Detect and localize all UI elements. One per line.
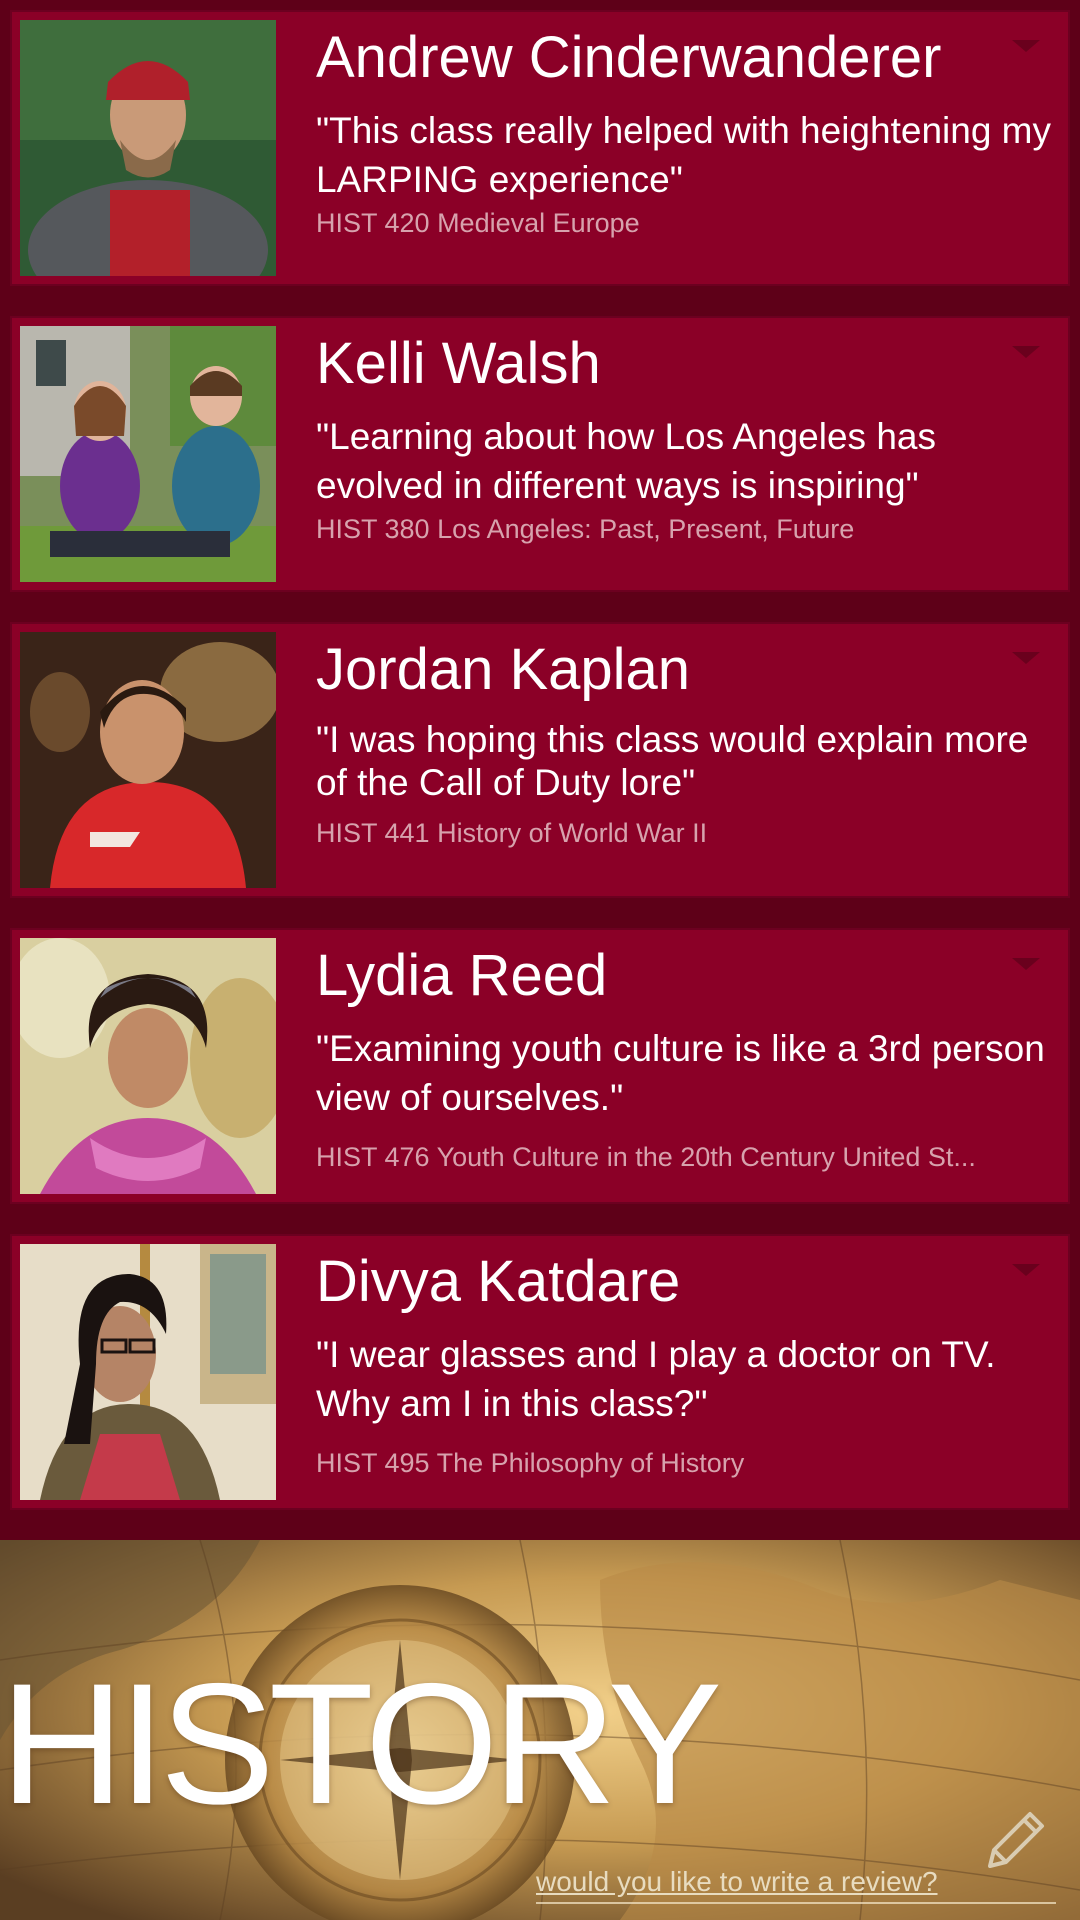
history-title: HISTORY	[0, 1648, 722, 1840]
review-quote: "This class really helped with heighteni…	[316, 110, 1051, 200]
reviewer-photo	[20, 326, 276, 582]
review-card[interactable]: Kelli Walsh "Learning about how Los Ange…	[10, 316, 1070, 592]
reviewer-name: Jordan Kaplan	[316, 637, 691, 702]
reviewer-photo	[20, 1244, 276, 1500]
chevron-down-icon[interactable]	[1012, 958, 1040, 970]
review-card[interactable]: Divya Katdare "I wear glasses and I play…	[10, 1234, 1070, 1510]
pencil-icon[interactable]	[972, 1804, 1052, 1884]
reviewer-name: Kelli Walsh	[316, 331, 601, 396]
review-quote: "I was hoping this class would explain m…	[316, 719, 1029, 803]
course-label: HIST 441 History of World War II	[316, 818, 708, 848]
history-banner: HISTORY would you like to write a review…	[0, 1540, 1080, 1920]
review-quote: "Examining youth culture is like a 3rd p…	[316, 1028, 1045, 1118]
review-card[interactable]: Andrew Cinderwanderer "This class really…	[10, 10, 1070, 286]
review-card[interactable]: Jordan Kaplan "I was hoping this class w…	[10, 622, 1070, 898]
reviewer-name: Divya Katdare	[316, 1249, 681, 1314]
reviewer-name: Andrew Cinderwanderer	[316, 25, 942, 90]
course-label: HIST 476 Youth Culture in the 20th Centu…	[316, 1142, 976, 1172]
review-quote: "I wear glasses and I play a doctor on T…	[316, 1334, 996, 1424]
reviewer-photo	[20, 632, 276, 888]
review-card[interactable]: Lydia Reed "Examining youth culture is l…	[10, 928, 1070, 1204]
chevron-down-icon[interactable]	[1012, 346, 1040, 358]
reviewer-photo	[20, 938, 276, 1194]
review-quote: "Learning about how Los Angeles has evol…	[316, 416, 936, 506]
reviewer-photo	[20, 20, 276, 276]
chevron-down-icon[interactable]	[1012, 652, 1040, 664]
course-label: HIST 380 Los Angeles: Past, Present, Fut…	[316, 514, 855, 544]
write-review-link[interactable]: would you like to write a review?	[536, 1866, 938, 1898]
review-link-underline	[536, 1902, 1056, 1904]
chevron-down-icon[interactable]	[1012, 40, 1040, 52]
chevron-down-icon[interactable]	[1012, 1264, 1040, 1276]
course-label: HIST 420 Medieval Europe	[316, 208, 640, 238]
course-label: HIST 495 The Philosophy of History	[316, 1448, 745, 1478]
reviewer-name: Lydia Reed	[316, 943, 608, 1008]
